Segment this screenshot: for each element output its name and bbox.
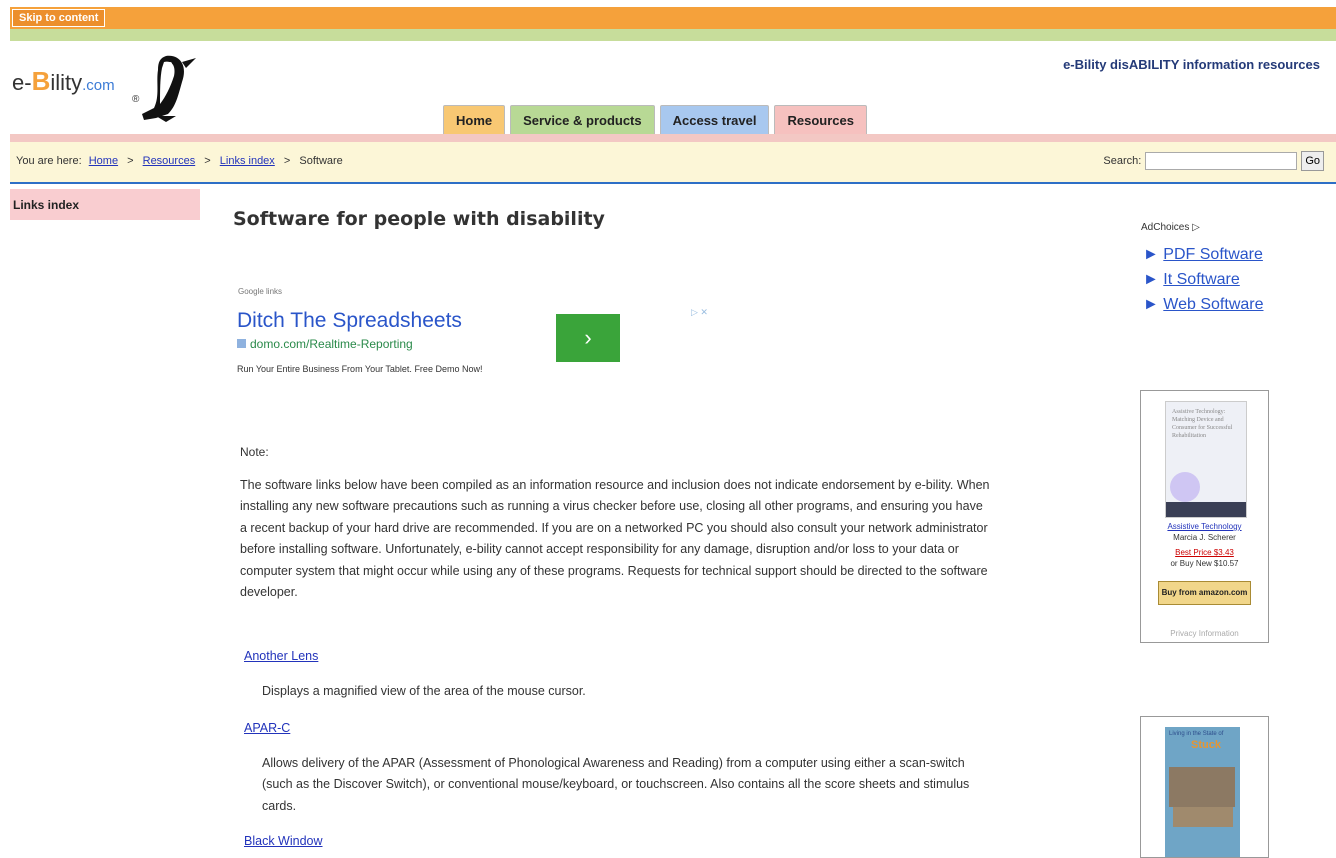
ad-link-web-software[interactable]: ► Web Software [1143, 296, 1264, 321]
breadcrumb-separator: > [127, 155, 134, 167]
software-description: Displays a magnified view of the area of… [262, 684, 586, 698]
list-item: Another Lens [244, 649, 318, 663]
book-cover-image[interactable]: Assistive Technology: Matching Device an… [1165, 401, 1247, 518]
header-divider [10, 134, 1336, 142]
site-tagline: e-Bility disABILITY information resource… [1063, 57, 1320, 72]
breadcrumb-bar: You are here: Home > Resources > Links i… [10, 142, 1336, 184]
breadcrumb-resources[interactable]: Resources [143, 155, 196, 167]
ad-link-it-software[interactable]: ► It Software [1143, 271, 1264, 296]
cover-decoration [1170, 472, 1200, 502]
site-logo[interactable]: e-Bility.com ® [12, 48, 212, 128]
amazon-book-widget-2: Living in the State of Stuck [1140, 716, 1269, 858]
triangle-icon: ► [1143, 271, 1159, 288]
sidebar-title: Links index [13, 198, 80, 212]
ad-label: Google links [238, 287, 283, 296]
sidebar-links-index[interactable]: Links index [10, 189, 200, 220]
penguin-logo-icon [142, 55, 196, 122]
book-info: Assistive Technology Marcia J. Scherer B… [1141, 521, 1268, 569]
book-buy-new: or Buy New $10.57 [1170, 559, 1239, 568]
top-orange-bar [10, 7, 1336, 29]
search-form: Search: Go [1103, 151, 1324, 171]
ad-title-link[interactable]: Ditch The Spreadsheets [237, 309, 462, 333]
breadcrumb-home[interactable]: Home [89, 155, 118, 167]
book-cover-image-2[interactable]: Living in the State of Stuck [1165, 727, 1240, 857]
ad-url-text: domo.com/Realtime-Reporting [250, 337, 413, 351]
ad-link-list: ► PDF Software ► It Software ► Web Softw… [1143, 246, 1264, 321]
software-link-another-lens[interactable]: Another Lens [244, 649, 318, 663]
tab-resources[interactable]: Resources [774, 105, 867, 134]
breadcrumb-links-index[interactable]: Links index [220, 155, 275, 167]
logo-text: e-Bility.com [12, 66, 115, 96]
book-author: Marcia J. Scherer [1173, 533, 1236, 542]
ad-description: Run Your Entire Business From Your Table… [237, 364, 483, 374]
page-title: Software for people with disability [233, 208, 605, 230]
buy-from-amazon-button[interactable]: Buy from amazon.com [1158, 581, 1251, 605]
skip-to-content-link[interactable]: Skip to content [12, 9, 106, 27]
note-heading: Note: [240, 445, 269, 459]
search-input[interactable] [1145, 152, 1298, 170]
ad-favicon-icon [237, 339, 246, 348]
privacy-information-link[interactable]: Privacy Information [1141, 629, 1268, 638]
breadcrumb-separator: > [283, 155, 291, 167]
triangle-icon: ► [1143, 246, 1159, 263]
ad-link-pdf-software[interactable]: ► PDF Software [1143, 246, 1264, 271]
main-nav-tabs: Home Service & products Access travel Re… [443, 105, 867, 135]
ad-choices-close-icon[interactable]: ▷ ✕ [691, 307, 708, 318]
tab-service-products[interactable]: Service & products [510, 105, 655, 134]
list-item: APAR-C [244, 721, 290, 735]
search-label: Search: [1103, 155, 1142, 167]
breadcrumb-lead: You are here: [16, 155, 82, 167]
search-go-button[interactable]: Go [1301, 151, 1324, 171]
book2-cover-text: Living in the State of [1169, 731, 1224, 737]
top-green-bar [10, 29, 1336, 41]
ad-go-button[interactable]: › [556, 314, 620, 362]
software-description: Allows delivery of the APAR (Assessment … [262, 756, 970, 813]
book2-cover-word: Stuck [1191, 739, 1221, 751]
software-link-black-window[interactable]: Black Window [244, 834, 323, 848]
book-title-link[interactable]: Assistive Technology [1167, 522, 1241, 531]
book-cover-text: Assistive Technology: Matching Device an… [1172, 409, 1233, 439]
amazon-book-widget: Assistive Technology: Matching Device an… [1140, 390, 1269, 643]
book-best-price-link[interactable]: Best Price $3.43 [1175, 548, 1234, 557]
note-text: The software links below have been compi… [240, 478, 990, 600]
adchoices-label[interactable]: AdChoices ▷ [1141, 222, 1200, 233]
google-ad[interactable]: Google links Ditch The Spreadsheets domo… [235, 287, 725, 374]
ad-url[interactable]: domo.com/Realtime-Reporting [237, 337, 413, 351]
tab-home[interactable]: Home [443, 105, 506, 134]
cover-band [1166, 502, 1246, 517]
breadcrumb-separator: > [204, 155, 211, 167]
software-link-apar-c[interactable]: APAR-C [244, 721, 290, 735]
triangle-icon: ► [1143, 296, 1159, 313]
cover-photo [1169, 767, 1235, 807]
breadcrumb: You are here: Home > Resources > Links i… [16, 155, 343, 167]
list-item: Black Window [244, 834, 323, 848]
cover-photo-2 [1173, 807, 1233, 827]
breadcrumb-current: Software [299, 155, 343, 167]
tab-access-travel[interactable]: Access travel [659, 105, 770, 134]
